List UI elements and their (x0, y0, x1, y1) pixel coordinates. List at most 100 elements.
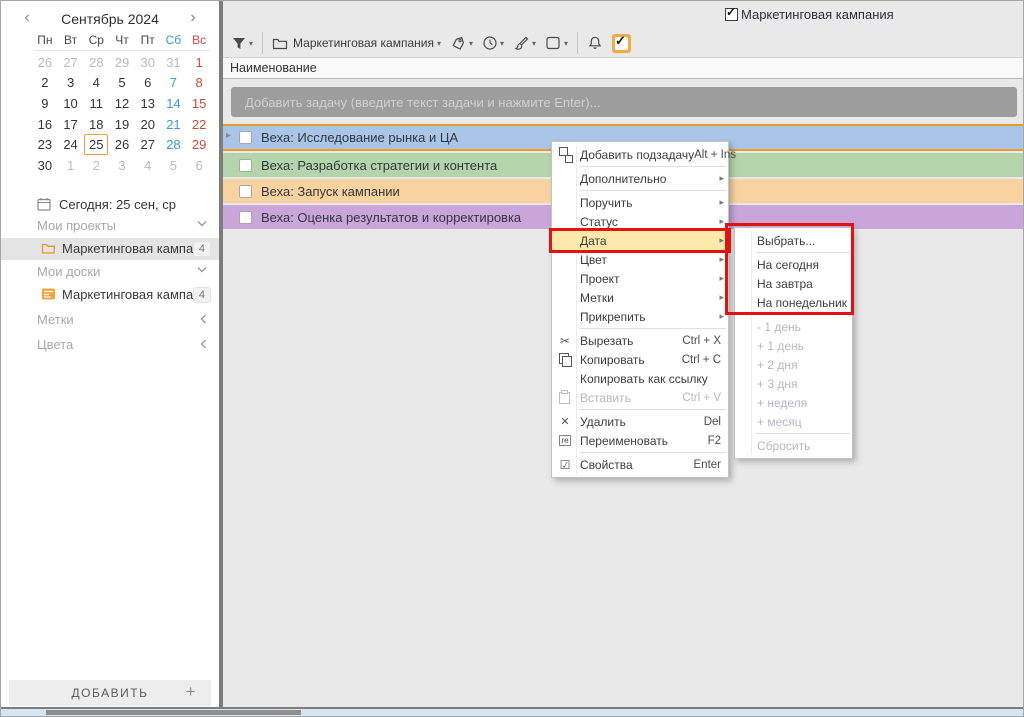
menu-item-label: На понедельник (757, 296, 847, 310)
prev-month-button[interactable]: ‹ (17, 9, 37, 29)
calendar-day[interactable]: 21 (161, 114, 187, 135)
sidebar-section-colors[interactable]: Цвета (1, 334, 219, 356)
project-filter-checkbox-row[interactable]: ✓ Маркетинговая кампания (725, 7, 894, 22)
calendar-day[interactable]: 6 (135, 73, 161, 94)
menu-item[interactable]: Метки▸ (552, 288, 728, 307)
plus-icon: + (186, 682, 197, 702)
menu-item[interactable]: Дополнительно▸ (552, 169, 728, 188)
menu-item[interactable]: Выбрать... (735, 231, 852, 250)
calendar-day[interactable]: 17 (58, 114, 84, 135)
calendar-day[interactable]: 8 (186, 73, 212, 94)
calendar-weekday-header: ПнВтСрЧтПтСбВс (32, 33, 212, 47)
menu-item[interactable]: КопироватьCtrl + C (552, 350, 728, 369)
menu-item[interactable]: Дата▸ (552, 231, 728, 250)
add-button[interactable]: ДОБАВИТЬ + (9, 680, 211, 706)
calendar-day[interactable]: 4 (135, 155, 161, 176)
menu-item-label: Поручить (580, 196, 633, 210)
calendar-day[interactable]: 1 (58, 155, 84, 176)
calendar-day[interactable]: 7 (161, 73, 187, 94)
add-task-input[interactable] (231, 87, 1017, 117)
calendar-day[interactable]: 4 (83, 73, 109, 94)
menu-item[interactable]: На понедельник (735, 293, 852, 312)
calendar-day[interactable]: 2 (83, 155, 109, 176)
calendar-day[interactable]: 15 (186, 93, 212, 114)
menu-item[interactable]: Статус▸ (552, 212, 728, 231)
chevron-down-icon: ▾ (249, 39, 253, 48)
calendar-day[interactable]: 10 (58, 93, 84, 114)
schedule-button[interactable]: ▾ (482, 35, 504, 51)
column-header-name[interactable]: Наименование (223, 57, 1023, 79)
next-month-button[interactable]: › (183, 9, 203, 29)
task-checkbox[interactable] (239, 185, 252, 198)
sidebar-section-projects[interactable]: Мои проекты (1, 215, 219, 237)
menu-item[interactable]: Поручить▸ (552, 193, 728, 212)
menu-item-label: + 3 дня (757, 377, 797, 391)
notifications-button[interactable] (587, 35, 603, 51)
expand-arrow-icon[interactable]: ▸ (226, 130, 231, 141)
task-checkbox[interactable] (239, 159, 252, 172)
calendar-day[interactable]: 28 (161, 134, 187, 155)
sidebar-section-boards[interactable]: Мои доски (1, 261, 219, 283)
task-checkbox[interactable] (239, 211, 252, 224)
sidebar-section-labels[interactable]: Метки (1, 309, 219, 331)
status-button[interactable]: ▾ (545, 35, 568, 51)
calendar-day[interactable]: 5 (109, 73, 135, 94)
calendar-day[interactable]: 29 (109, 52, 135, 73)
menu-item[interactable]: Прикрепить▸ (552, 307, 728, 326)
add-button-label: ДОБАВИТЬ (72, 686, 149, 700)
calendar-day[interactable]: 23 (32, 134, 58, 155)
folder-icon (41, 241, 56, 255)
menu-item[interactable]: ☑СвойстваEnter (552, 455, 728, 474)
calendar-day[interactable]: 11 (83, 93, 109, 114)
menu-item[interactable]: Проект▸ (552, 269, 728, 288)
menu-item[interactable]: ✕УдалитьDel (552, 412, 728, 431)
calendar-day[interactable]: 28 (83, 52, 109, 73)
menu-item[interactable]: На сегодня (735, 255, 852, 274)
calendar-day[interactable]: 24 (58, 134, 84, 155)
calendar-day[interactable]: 2 (32, 73, 58, 94)
calendar-day[interactable]: 6 (186, 155, 212, 176)
calendar-day[interactable]: 3 (58, 73, 84, 94)
menu-item[interactable]: Добавить подзадачуAlt + Ins (552, 145, 728, 164)
calendar-day[interactable]: 26 (32, 52, 58, 73)
calendar-day[interactable]: 31 (161, 52, 187, 73)
menu-item[interactable]: Цвет▸ (552, 250, 728, 269)
completed-filter-toggle[interactable]: ✓ (612, 34, 631, 53)
calendar-day[interactable]: 20 (135, 114, 161, 135)
menu-item-label: Статус (580, 215, 618, 229)
color-button[interactable]: ▾ (513, 36, 536, 51)
calendar-day[interactable]: 26 (109, 134, 135, 155)
calendar-day[interactable]: 14 (161, 93, 187, 114)
task-checkbox[interactable] (239, 131, 252, 144)
calendar-day[interactable]: 29 (186, 134, 212, 155)
calendar-day[interactable]: 5 (161, 155, 187, 176)
today-row[interactable]: Сегодня: 25 сен, ср (1, 195, 219, 215)
add-subtask-icon (556, 146, 574, 163)
calendar-day[interactable]: 30 (32, 155, 58, 176)
scrollbar-thumb[interactable] (46, 710, 301, 715)
sidebar-item-board[interactable]: Маркетинговая кампа... 4 (1, 284, 219, 306)
calendar-day[interactable]: 12 (109, 93, 135, 114)
checkbox-checked-icon[interactable]: ✓ (725, 8, 738, 21)
calendar-day[interactable]: 27 (135, 134, 161, 155)
calendar-day[interactable]: 19 (109, 114, 135, 135)
labels-button[interactable]: ▾ (450, 36, 473, 51)
calendar-day-today[interactable]: 25 (83, 134, 109, 155)
calendar-day[interactable]: 18 (83, 114, 109, 135)
calendar-day[interactable]: 9 (32, 93, 58, 114)
calendar-day[interactable]: 30 (135, 52, 161, 73)
project-selector[interactable]: Маркетинговая кампания ▾ (272, 36, 441, 50)
calendar-day[interactable]: 3 (109, 155, 135, 176)
horizontal-scrollbar[interactable] (1, 709, 1023, 716)
calendar-day[interactable]: 16 (32, 114, 58, 135)
calendar-day[interactable]: 27 (58, 52, 84, 73)
sidebar-item-project[interactable]: Маркетинговая кампа... 4 (1, 238, 219, 260)
calendar-day[interactable]: 13 (135, 93, 161, 114)
filter-button[interactable]: ▾ (231, 36, 253, 51)
menu-item[interactable]: Копировать как ссылку (552, 369, 728, 388)
menu-item[interactable]: На завтра (735, 274, 852, 293)
calendar-day[interactable]: 1 (186, 52, 212, 73)
calendar-day[interactable]: 22 (186, 114, 212, 135)
menu-item[interactable]: reПереименоватьF2 (552, 431, 728, 450)
menu-item[interactable]: ✂ВырезатьCtrl + X (552, 331, 728, 350)
